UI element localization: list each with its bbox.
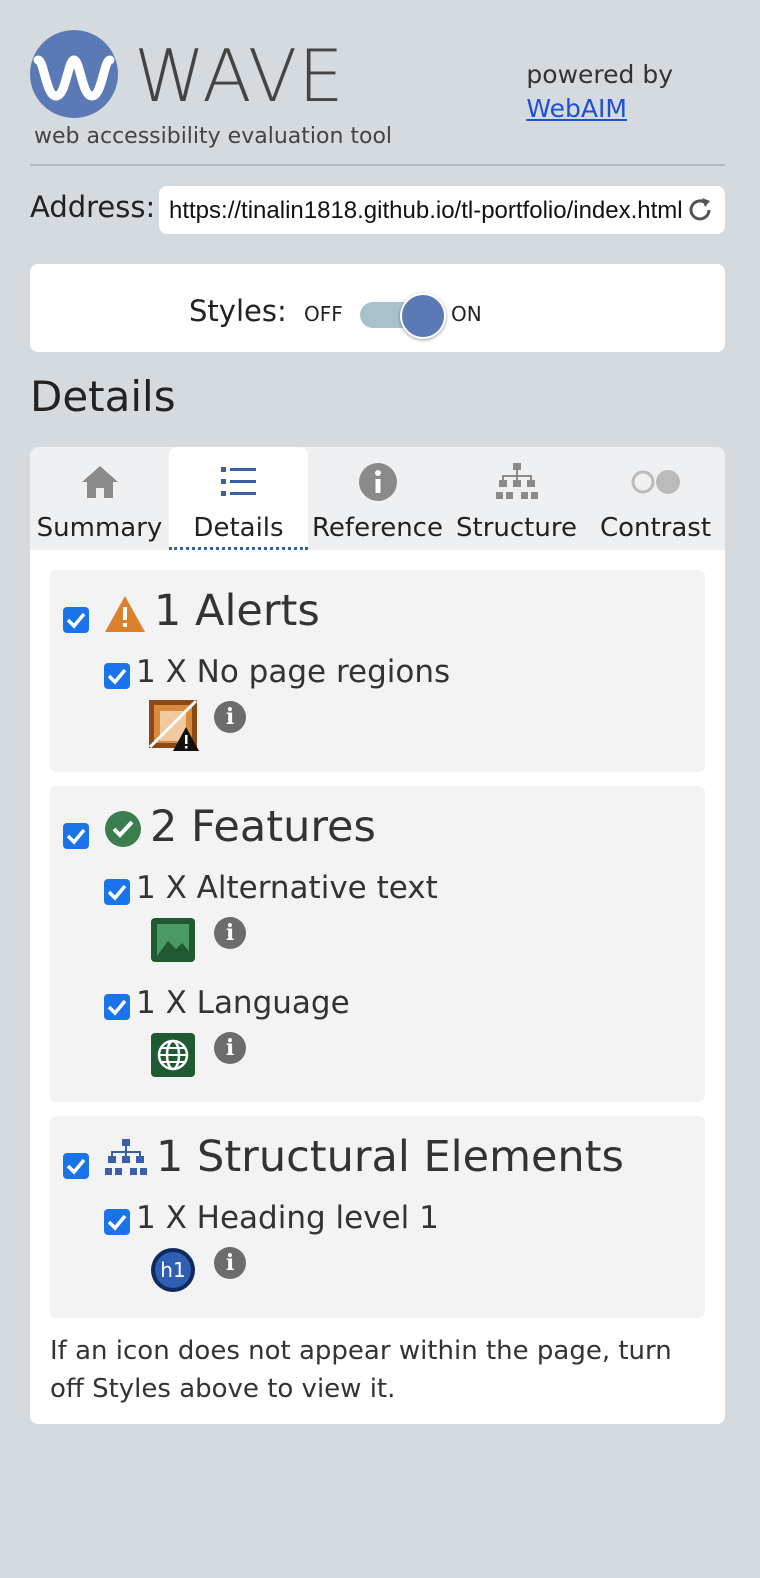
sitemap-icon xyxy=(447,461,586,503)
tab-structure-label: Structure xyxy=(456,513,577,543)
heading-level-1-label: 1 X Heading level 1 xyxy=(136,1200,439,1236)
features-title: 2 Features xyxy=(150,802,376,852)
alternative-text-label: 1 X Alternative text xyxy=(136,870,438,906)
no-page-regions-icon[interactable] xyxy=(148,699,200,753)
tab-structure[interactable]: Structure xyxy=(447,447,586,550)
heading-level-1-icon[interactable]: h1 xyxy=(150,1247,196,1293)
heading-level-1-badge-text: h1 xyxy=(160,1258,186,1282)
powered-by-label: powered by xyxy=(526,60,673,89)
reload-icon[interactable] xyxy=(685,195,715,225)
webaim-link[interactable]: WebAIM xyxy=(526,92,673,126)
language-info-icon[interactable]: i xyxy=(214,1032,246,1064)
alerts-group: 1 Alerts 1 X No page regions i xyxy=(50,570,705,772)
styles-toggle-knob[interactable] xyxy=(400,293,446,339)
no-page-regions-label: 1 X No page regions xyxy=(136,654,451,690)
feature-check-icon xyxy=(104,810,142,848)
address-label: Address: xyxy=(30,190,156,224)
structure-title: 1 Structural Elements xyxy=(156,1132,624,1182)
wave-logo-icon xyxy=(30,30,118,118)
alerts-checkbox[interactable] xyxy=(63,607,89,633)
home-icon xyxy=(30,461,169,503)
no-page-regions-info-icon[interactable]: i xyxy=(214,701,246,733)
language-label: 1 X Language xyxy=(136,985,350,1021)
styles-off-label: OFF xyxy=(304,302,343,326)
styles-card: Styles: OFF ON xyxy=(30,264,725,352)
alternative-text-info-icon[interactable]: i xyxy=(214,917,246,949)
page-title: Details xyxy=(30,372,176,421)
list-icon xyxy=(169,461,308,503)
tab-reference-label: Reference xyxy=(312,513,443,543)
wave-header: WAVE web accessibility evaluation tool p… xyxy=(30,28,725,166)
contrast-icon xyxy=(586,461,725,503)
alternative-text-checkbox[interactable] xyxy=(104,879,130,905)
features-group: 2 Features 1 X Alternative text i 1 X La… xyxy=(50,786,705,1102)
alert-icon xyxy=(104,595,146,633)
address-field[interactable]: https://tinalin1818.github.io/tl-portfol… xyxy=(159,186,725,234)
structure-group: 1 Structural Elements 1 X Heading level … xyxy=(50,1116,705,1318)
styles-note: If an icon does not appear within the pa… xyxy=(50,1336,672,1404)
alerts-title: 1 Alerts xyxy=(154,586,320,636)
tab-details-label: Details xyxy=(193,513,284,543)
logo-subtitle: web accessibility evaluation tool xyxy=(34,124,393,149)
heading-level-1-info-icon[interactable]: i xyxy=(214,1247,246,1279)
details-panel: 1 Alerts 1 X No page regions i 2 Feature… xyxy=(30,550,725,1424)
styles-on-label: ON xyxy=(451,302,482,326)
tab-summary-label: Summary xyxy=(36,513,163,543)
language-icon[interactable] xyxy=(150,1032,196,1078)
logo-title: WAVE xyxy=(134,34,345,118)
powered-by: powered by WebAIM xyxy=(526,58,673,126)
no-page-regions-checkbox[interactable] xyxy=(104,663,130,689)
alternative-text-icon[interactable] xyxy=(150,917,196,963)
info-icon xyxy=(308,461,447,503)
tab-contrast[interactable]: Contrast xyxy=(586,447,725,550)
tab-summary[interactable]: Summary xyxy=(30,447,169,550)
structure-sitemap-icon xyxy=(104,1138,148,1178)
language-checkbox[interactable] xyxy=(104,994,130,1020)
structure-checkbox[interactable] xyxy=(63,1153,89,1179)
heading-level-1-checkbox[interactable] xyxy=(104,1209,130,1235)
tab-reference[interactable]: Reference xyxy=(308,447,447,550)
address-input[interactable]: https://tinalin1818.github.io/tl-portfol… xyxy=(169,197,689,225)
styles-label: Styles: xyxy=(189,294,287,328)
tab-contrast-label: Contrast xyxy=(599,513,712,543)
tab-details[interactable]: Details xyxy=(169,447,308,550)
features-checkbox[interactable] xyxy=(63,823,89,849)
panel-tabs: Summary Details Reference Structure Cont… xyxy=(30,447,725,550)
